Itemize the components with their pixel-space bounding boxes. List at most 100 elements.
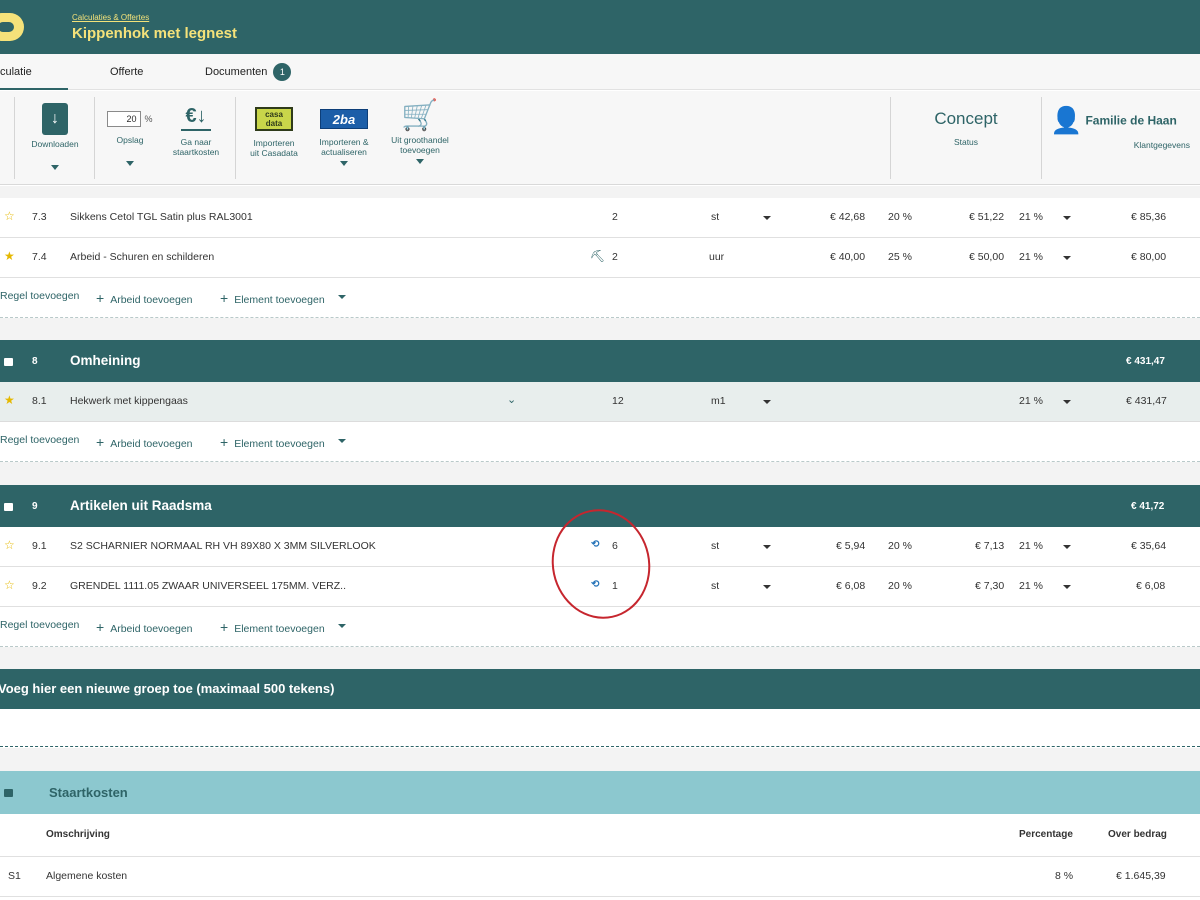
- chevron-down-icon[interactable]: [763, 400, 771, 404]
- add-element-button[interactable]: + Element toevoegen: [220, 434, 325, 450]
- tab-label: culatie: [0, 66, 32, 78]
- group-title[interactable]: Omheining: [70, 353, 141, 368]
- row-quantity[interactable]: 2: [612, 211, 618, 223]
- table-row[interactable]: ★ 7.4 Arbeid - Schuren en schilderen ⛏ 2…: [0, 238, 1200, 278]
- row-number: 7.4: [32, 251, 47, 263]
- add-regel-button[interactable]: Regel toevoegen: [0, 619, 79, 631]
- chevron-down-icon[interactable]: [338, 295, 346, 299]
- star-filled-icon[interactable]: ★: [4, 249, 15, 263]
- chevron-down-icon[interactable]: [1063, 216, 1071, 220]
- tab-label: Offerte: [110, 66, 144, 78]
- row-vat[interactable]: 21 %: [1019, 580, 1043, 592]
- chevron-down-icon[interactable]: [763, 585, 771, 589]
- row-unit[interactable]: st: [711, 580, 719, 592]
- row-vat[interactable]: 21 %: [1019, 251, 1043, 263]
- row-description: GRENDEL 1111.05 ZWAAR UNIVERSEEL 175MM. …: [70, 580, 346, 592]
- save-icon[interactable]: [4, 503, 13, 511]
- add-regel-button[interactable]: Regel toevoegen: [0, 290, 79, 302]
- add-element-button[interactable]: + Element toevoegen: [220, 619, 325, 635]
- row-amount: € 1.645,39: [1116, 870, 1166, 882]
- row-description: Arbeid - Schuren en schilderen: [70, 251, 215, 263]
- tab-offerte[interactable]: Offerte: [110, 54, 143, 90]
- star-outline-icon[interactable]: ☆: [4, 538, 15, 552]
- chevron-down-icon[interactable]: [338, 624, 346, 628]
- row-quantity[interactable]: 12: [612, 395, 624, 407]
- chevron-down-icon[interactable]: [1063, 400, 1071, 404]
- new-group-input[interactable]: Voeg hier een nieuwe groep toe (maximaal…: [0, 669, 1200, 709]
- row-quantity[interactable]: 2: [612, 251, 618, 263]
- row-number: S1: [8, 870, 21, 882]
- group-header[interactable]: 8 Omheining € 431,47: [0, 340, 1200, 382]
- chevron-down-icon[interactable]: [763, 545, 771, 549]
- app-header: Calculaties & Offertes Kippenhok met leg…: [0, 0, 1200, 54]
- download-button[interactable]: ↓ Downloaden: [22, 91, 88, 170]
- row-unit[interactable]: m1: [711, 395, 726, 407]
- save-icon[interactable]: [4, 789, 13, 797]
- add-arbeid-button[interactable]: + Arbeid toevoegen: [96, 290, 193, 306]
- spacer: [0, 647, 1200, 669]
- add-actions-bar: Regel toevoegen + Arbeid toevoegen + Eleme…: [0, 607, 1200, 647]
- row-vat[interactable]: 21 %: [1019, 211, 1043, 223]
- expand-chevron-icon[interactable]: ⌄: [507, 393, 516, 406]
- staartkosten-button[interactable]: €↓ Ga naar staartkosten: [163, 91, 229, 157]
- client-panel[interactable]: 👤 Familie de Haan Klantgegevens: [1050, 91, 1190, 150]
- chevron-down-icon: [51, 165, 59, 170]
- row-markup[interactable]: 20 %: [888, 211, 912, 223]
- table-row[interactable]: S1 Algemene kosten 8 % € 1.645,39: [0, 857, 1200, 897]
- add-arbeid-button[interactable]: + Arbeid toevoegen: [96, 619, 193, 635]
- chevron-down-icon: [416, 159, 424, 164]
- breadcrumb[interactable]: Calculaties & Offertes: [72, 13, 149, 22]
- table-row[interactable]: ★ 8.1 Hekwerk met kippengaas ⌄ 12 m1 21 …: [0, 382, 1200, 422]
- chevron-down-icon[interactable]: [763, 216, 771, 220]
- col-omschrijving: Omschrijving: [46, 829, 110, 840]
- row-markup[interactable]: 25 %: [888, 251, 912, 263]
- euro-down-icon: €↓: [185, 105, 207, 127]
- col-percentage: Percentage: [1019, 829, 1073, 840]
- row-number: 7.3: [32, 211, 47, 223]
- plus-icon: +: [96, 434, 105, 450]
- groothandel-button[interactable]: 🛒 Uit groothandel toevoegen: [382, 91, 458, 164]
- groothandel-label-1: Uit groothandel: [391, 135, 449, 145]
- add-element-button[interactable]: + Element toevoegen: [220, 290, 325, 306]
- row-total: € 35,64: [1131, 540, 1167, 552]
- add-element-label: Element toevoegen: [234, 294, 325, 306]
- app-logo[interactable]: [0, 13, 24, 41]
- star-outline-icon[interactable]: ☆: [4, 209, 15, 223]
- row-markup[interactable]: 20 %: [888, 580, 912, 592]
- import-casadata-button[interactable]: casa data Importeren uit Casadata: [242, 91, 306, 158]
- toolbar-divider: [1041, 97, 1042, 179]
- status-panel[interactable]: Concept Status: [892, 91, 1040, 147]
- chevron-down-icon[interactable]: [1063, 585, 1071, 589]
- row-markup[interactable]: 20 %: [888, 540, 912, 552]
- group-title[interactable]: Artikelen uit Raadsma: [70, 498, 212, 513]
- row-vat[interactable]: 21 %: [1019, 540, 1043, 552]
- tab-documenten[interactable]: Documenten 1: [205, 54, 292, 90]
- opslag-input[interactable]: 20: [107, 111, 142, 127]
- row-total: € 85,36: [1131, 211, 1167, 223]
- status-value: Concept: [934, 109, 998, 128]
- row-percentage[interactable]: 8 %: [1055, 870, 1073, 882]
- star-outline-icon[interactable]: ☆: [4, 578, 15, 592]
- table-row[interactable]: ☆ 7.3 Sikkens Cetol TGL Satin plus RAL30…: [0, 198, 1200, 238]
- chevron-down-icon[interactable]: [1063, 545, 1071, 549]
- add-arbeid-button[interactable]: + Arbeid toevoegen: [96, 434, 193, 450]
- row-price: € 42,68: [830, 211, 866, 223]
- star-filled-icon[interactable]: ★: [4, 393, 15, 407]
- tab-calculatie[interactable]: culatie: [0, 54, 68, 90]
- chevron-down-icon[interactable]: [126, 161, 134, 166]
- row-vat[interactable]: 21 %: [1019, 395, 1043, 407]
- download-file-icon: ↓: [42, 103, 68, 135]
- row-price: € 5,94: [836, 540, 866, 552]
- row-unit: uur: [709, 251, 725, 263]
- row-unit[interactable]: st: [711, 540, 719, 552]
- row-unit[interactable]: st: [711, 211, 719, 223]
- chevron-down-icon[interactable]: [1063, 256, 1071, 260]
- chevron-down-icon: [340, 161, 348, 166]
- chevron-down-icon[interactable]: [338, 439, 346, 443]
- save-icon[interactable]: [4, 358, 13, 366]
- spacer: [0, 186, 1200, 198]
- add-regel-button[interactable]: Regel toevoegen: [0, 434, 79, 446]
- row-total: € 6,08: [1136, 580, 1166, 592]
- import-2ba-button[interactable]: 2ba Importeren & actualiseren: [312, 91, 376, 166]
- add-actions-bar: Regel toevoegen + Arbeid toevoegen + Eleme…: [0, 278, 1200, 318]
